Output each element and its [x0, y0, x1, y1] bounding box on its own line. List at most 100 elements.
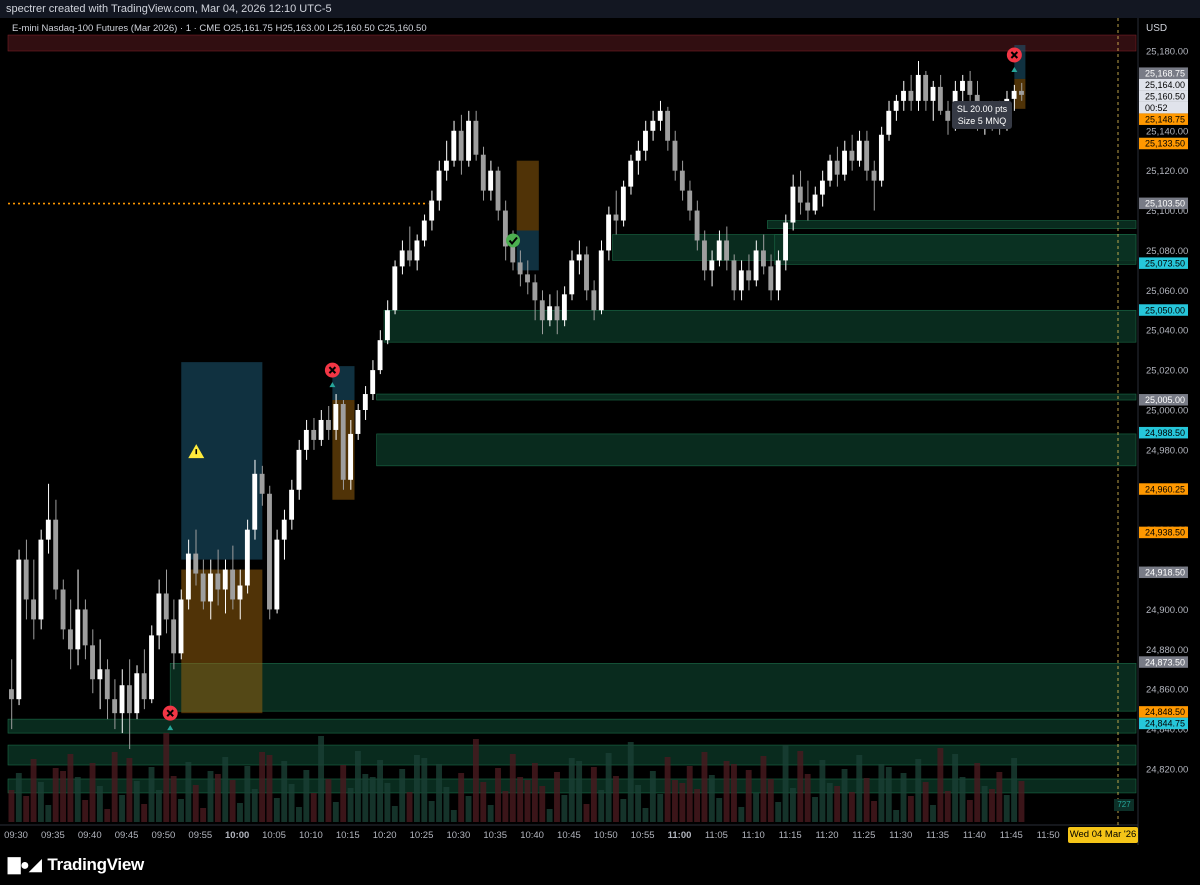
time-tick-label: 11:45	[1000, 830, 1023, 841]
position-stop-box	[516, 160, 539, 231]
candle-body	[149, 635, 154, 700]
volume-bar	[303, 770, 310, 822]
candle-body	[303, 429, 309, 450]
candle-body	[488, 170, 494, 191]
volume-bar	[745, 770, 752, 822]
volume-bar	[443, 787, 450, 822]
volume-bar	[554, 772, 560, 822]
time-tick-label: 11:10	[742, 830, 765, 841]
chart-canvas[interactable]: 24,820.0024,840.0024,860.0024,880.0024,9…	[0, 0, 1200, 885]
candle-body	[871, 170, 877, 181]
candle-body	[805, 202, 811, 211]
candle-body	[385, 310, 390, 341]
volume-bar	[701, 752, 708, 822]
candle-body	[126, 685, 132, 714]
volume-bar	[974, 763, 981, 822]
candle-body	[421, 220, 427, 241]
candle-body	[620, 186, 626, 221]
warning-icon-glyph	[195, 449, 198, 455]
time-tick-label: 11:50	[1037, 830, 1060, 841]
close-value: 25,160.50	[384, 23, 427, 34]
volume-bar	[812, 797, 818, 822]
price-label-text: 24,960.25	[1145, 484, 1185, 494]
volume-bar	[760, 756, 767, 822]
candle-body	[82, 609, 88, 646]
volume-bar	[738, 807, 745, 822]
volume-bar	[782, 745, 789, 822]
candle-body	[185, 553, 191, 600]
candle-body	[886, 110, 892, 135]
volume-bar	[605, 753, 612, 822]
volume-bar	[141, 804, 148, 822]
time-axis[interactable]: 09:30 09:35 09:40 09:45 09:50 09:55 10:00 10:05…	[4, 830, 1060, 841]
zone-band	[7, 34, 1137, 52]
candle-body	[517, 262, 523, 275]
volume-bar	[509, 754, 516, 822]
date-badge: Wed 04 Mar '26	[1068, 827, 1138, 843]
time-tick-label: 10:05	[262, 830, 286, 841]
candle-body	[753, 250, 759, 281]
volume-bar	[959, 777, 966, 822]
candle-body	[45, 519, 51, 540]
candle-body	[244, 529, 250, 586]
time-tick-label: 11:30	[889, 830, 912, 841]
candle-body	[967, 80, 973, 95]
volume-bar	[281, 761, 288, 822]
candle-body	[731, 260, 737, 291]
volume-bar	[915, 759, 922, 822]
volume-bar	[384, 783, 391, 822]
candle-body	[340, 404, 346, 480]
volume-bar	[635, 785, 642, 822]
tradingview-logo-icon: ▇●◢	[8, 857, 42, 874]
open-value: 25,161.75	[230, 23, 273, 34]
candle-body	[392, 266, 398, 311]
volume-bar	[907, 796, 914, 822]
volume-bar	[937, 748, 944, 822]
candle-body	[311, 429, 317, 440]
price-tick-label: 24,900.00	[1146, 605, 1188, 616]
candle-body	[407, 250, 412, 261]
volume-bar	[74, 777, 81, 822]
volume-bar	[52, 768, 59, 822]
candle-body	[812, 194, 818, 211]
time-tick-label: 10:35	[483, 830, 507, 841]
candle-body	[1019, 90, 1024, 95]
candle-body	[790, 186, 796, 223]
time-tick-label: 10:30	[446, 830, 470, 841]
candle-body	[643, 130, 648, 151]
candle-body	[694, 210, 700, 241]
symbol-legend[interactable]: E-mini Nasdaq-100 Futures (Mar 2026) · 1…	[12, 23, 427, 34]
candle-body	[613, 214, 619, 221]
candle-body	[215, 573, 221, 590]
volume-bar	[436, 764, 442, 822]
volume-bar	[1003, 795, 1010, 822]
volume-bar	[82, 800, 89, 822]
volume-bar	[15, 773, 22, 822]
price-label-text: 25,133.50	[1145, 139, 1185, 149]
high-value: 25,163.00	[282, 23, 325, 34]
volume-bar	[229, 780, 236, 822]
candle-body	[878, 134, 884, 181]
candle-body	[702, 240, 707, 271]
candle-body	[67, 629, 73, 650]
candle-body	[584, 254, 589, 291]
tradingview-logo[interactable]: ▇●◢ TradingView	[8, 855, 144, 875]
candle-body	[274, 539, 280, 610]
price-tick-label: 25,040.00	[1146, 326, 1188, 337]
candle-body	[267, 493, 272, 610]
price-label-text: 25,168.75	[1145, 68, 1185, 78]
volume-bar	[200, 808, 207, 822]
volume-bar	[524, 780, 531, 822]
candle-body	[775, 260, 781, 291]
candle-body	[819, 180, 825, 195]
candle-body	[23, 559, 29, 600]
candle-body	[945, 110, 951, 121]
symbol-name: E-mini Nasdaq-100 Futures (Mar 2026) · 1…	[12, 23, 221, 34]
price-tick-label: 25,060.00	[1146, 286, 1188, 297]
volume-bar	[797, 751, 804, 822]
volume-bar	[259, 752, 266, 822]
volume-bar	[627, 742, 634, 822]
time-tick-label: 11:40	[963, 830, 986, 841]
volume-bar	[546, 809, 553, 822]
currency-label[interactable]: USD	[1146, 23, 1167, 34]
